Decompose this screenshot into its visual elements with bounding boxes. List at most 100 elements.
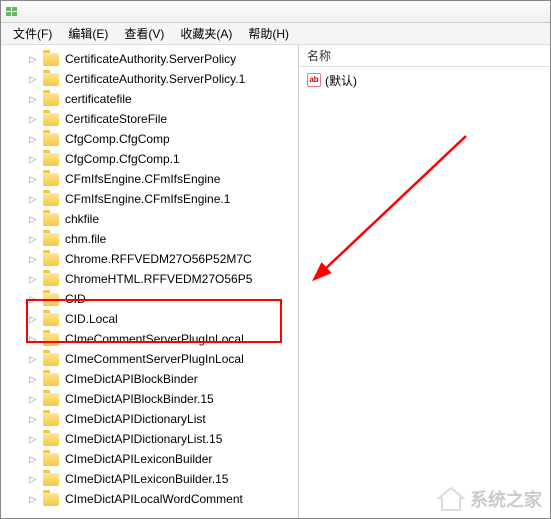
tree-item[interactable]: CImeDictAPIBlockBinder: [21, 369, 298, 389]
expand-icon[interactable]: [27, 233, 39, 245]
tree-item[interactable]: certificatefile: [21, 89, 298, 109]
expand-icon[interactable]: [27, 273, 39, 285]
expand-icon[interactable]: [27, 293, 39, 305]
tree-item[interactable]: CImeDictAPILexiconBuilder.15: [21, 469, 298, 489]
tree-item-label: CImeCommentServerPlugInLocal: [65, 332, 244, 346]
folder-icon: [43, 333, 59, 346]
folder-icon: [43, 253, 59, 266]
menu-view[interactable]: 查看(V): [116, 23, 172, 44]
tree-item[interactable]: CFmIfsEngine.CFmIfsEngine.1: [21, 189, 298, 209]
tree-item[interactable]: CertificateStoreFile: [21, 109, 298, 129]
folder-icon: [43, 173, 59, 186]
folder-icon: [43, 193, 59, 206]
list-item[interactable]: ab (默认): [307, 71, 542, 89]
folder-icon: [43, 273, 59, 286]
tree-item[interactable]: CImeDictAPIBlockBinder.15: [21, 389, 298, 409]
tree-item-label: CfgComp.CfgComp.1: [65, 152, 180, 166]
tree-item[interactable]: CfgComp.CfgComp: [21, 129, 298, 149]
folder-icon: [43, 113, 59, 126]
folder-icon: [43, 213, 59, 226]
folder-icon: [43, 373, 59, 386]
tree-item-label: certificatefile: [65, 92, 132, 106]
expand-icon[interactable]: [27, 133, 39, 145]
expand-icon[interactable]: [27, 213, 39, 225]
expand-icon[interactable]: [27, 193, 39, 205]
tree-item-label: CertificateAuthority.ServerPolicy.1: [65, 72, 245, 86]
expand-icon[interactable]: [27, 453, 39, 465]
tree-item[interactable]: CfgComp.CfgComp.1: [21, 149, 298, 169]
menu-edit[interactable]: 编辑(E): [60, 23, 116, 44]
tree-item[interactable]: CImeDictAPIDictionaryList: [21, 409, 298, 429]
expand-icon[interactable]: [27, 73, 39, 85]
folder-icon: [43, 453, 59, 466]
folder-icon: [43, 393, 59, 406]
folder-icon: [43, 473, 59, 486]
tree-item-label: CImeDictAPIBlockBinder.15: [65, 392, 214, 406]
tree-item-label: CImeDictAPIBlockBinder: [65, 372, 198, 386]
tree-item[interactable]: CID: [21, 289, 298, 309]
expand-icon[interactable]: [27, 353, 39, 365]
folder-icon: [43, 493, 59, 506]
expand-icon[interactable]: [27, 333, 39, 345]
registry-tree[interactable]: CertificateAuthority.ServerPolicy Certifi…: [1, 45, 298, 513]
value-name: (默认): [325, 72, 357, 89]
expand-icon[interactable]: [27, 173, 39, 185]
menubar: 文件(F) 编辑(E) 查看(V) 收藏夹(A) 帮助(H): [1, 23, 550, 45]
tree-item-label: CImeDictAPILocalWordComment: [65, 492, 243, 506]
menu-favorites[interactable]: 收藏夹(A): [172, 23, 240, 44]
expand-icon[interactable]: [27, 113, 39, 125]
values-pane: 名称 ab (默认): [299, 45, 550, 518]
tree-item[interactable]: CFmIfsEngine.CFmIfsEngine: [21, 169, 298, 189]
tree-item[interactable]: CImeDictAPILexiconBuilder: [21, 449, 298, 469]
tree-item-label: CImeCommentServerPlugInLocal: [65, 352, 244, 366]
tree-item[interactable]: chkfile: [21, 209, 298, 229]
tree-item-label: CfgComp.CfgComp: [65, 132, 170, 146]
tree-item-label: chm.file: [65, 232, 106, 246]
column-header-name[interactable]: 名称: [299, 45, 550, 67]
tree-item-label: CID: [65, 292, 86, 306]
tree-item[interactable]: CImeCommentServerPlugInLocal: [21, 329, 298, 349]
folder-icon: [43, 73, 59, 86]
expand-icon[interactable]: [27, 493, 39, 505]
expand-icon[interactable]: [27, 313, 39, 325]
expand-icon[interactable]: [27, 153, 39, 165]
folder-icon: [43, 293, 59, 306]
tree-item-label: CertificateStoreFile: [65, 112, 167, 126]
expand-icon[interactable]: [27, 253, 39, 265]
tree-item[interactable]: chm.file: [21, 229, 298, 249]
tree-pane: CertificateAuthority.ServerPolicy Certifi…: [1, 45, 299, 518]
tree-item[interactable]: CID.Local: [21, 309, 298, 329]
tree-item[interactable]: CImeDictAPILocalWordComment: [21, 489, 298, 509]
folder-icon: [43, 413, 59, 426]
app-icon: [5, 4, 21, 20]
tree-item-label: Chrome.RFFVEDM27O56P52M7C: [65, 252, 252, 266]
tree-item-label: CFmIfsEngine.CFmIfsEngine.1: [65, 192, 230, 206]
folder-icon: [43, 313, 59, 326]
expand-icon[interactable]: [27, 393, 39, 405]
expand-icon[interactable]: [27, 433, 39, 445]
folder-icon: [43, 433, 59, 446]
tree-item[interactable]: Chrome.RFFVEDM27O56P52M7C: [21, 249, 298, 269]
folder-icon: [43, 153, 59, 166]
values-list: ab (默认): [299, 67, 550, 93]
content-area: CertificateAuthority.ServerPolicy Certifi…: [1, 45, 550, 518]
tree-item-label: CImeDictAPILexiconBuilder.15: [65, 472, 228, 486]
tree-item[interactable]: CImeCommentServerPlugInLocal: [21, 349, 298, 369]
tree-item[interactable]: CertificateAuthority.ServerPolicy: [21, 49, 298, 69]
expand-icon[interactable]: [27, 413, 39, 425]
folder-icon: [43, 233, 59, 246]
expand-icon[interactable]: [27, 473, 39, 485]
tree-item-label: CID.Local: [65, 312, 118, 326]
folder-icon: [43, 353, 59, 366]
tree-item-label: CImeDictAPILexiconBuilder: [65, 452, 212, 466]
menu-help[interactable]: 帮助(H): [240, 23, 297, 44]
expand-icon[interactable]: [27, 373, 39, 385]
expand-icon[interactable]: [27, 53, 39, 65]
tree-item-label: chkfile: [65, 212, 99, 226]
menu-file[interactable]: 文件(F): [5, 23, 60, 44]
expand-icon[interactable]: [27, 93, 39, 105]
tree-item[interactable]: ChromeHTML.RFFVEDM27O56P5: [21, 269, 298, 289]
tree-item[interactable]: CertificateAuthority.ServerPolicy.1: [21, 69, 298, 89]
folder-icon: [43, 53, 59, 66]
tree-item[interactable]: CImeDictAPIDictionaryList.15: [21, 429, 298, 449]
